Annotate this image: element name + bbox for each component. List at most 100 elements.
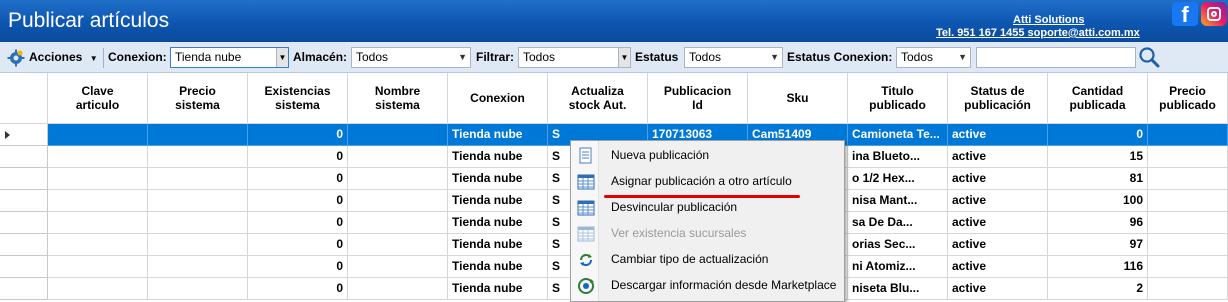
row-header[interactable] [0, 278, 48, 300]
table-cell[interactable] [148, 168, 248, 190]
facebook-icon[interactable]: f [1172, 2, 1198, 27]
acciones-menu[interactable]: Acciones ▼ [29, 42, 98, 73]
table-cell[interactable]: 15 [1048, 146, 1148, 168]
table-cell[interactable] [148, 212, 248, 234]
table-cell[interactable]: 0 [248, 278, 348, 300]
table-cell[interactable] [148, 124, 248, 146]
instagram-icon[interactable] [1201, 2, 1227, 26]
table-cell[interactable] [348, 212, 448, 234]
table-cell[interactable] [348, 278, 448, 300]
table-cell[interactable]: nisa Mant... [848, 190, 948, 212]
table-cell[interactable]: Tienda nube [448, 168, 548, 190]
table-cell[interactable] [1148, 212, 1228, 234]
table-cell[interactable]: Tienda nube [448, 212, 548, 234]
chevron-down-icon[interactable]: ▼ [958, 48, 967, 67]
row-header[interactable] [0, 190, 48, 212]
table-cell[interactable] [48, 168, 148, 190]
table-cell[interactable] [48, 212, 148, 234]
table-cell[interactable]: active [948, 256, 1048, 278]
column-header[interactable]: Clave articulo [48, 73, 148, 124]
table-cell[interactable]: Tienda nube [448, 146, 548, 168]
column-header[interactable]: Titulo publicado [848, 73, 948, 124]
row-header[interactable] [0, 256, 48, 278]
search-icon[interactable] [1138, 46, 1160, 68]
table-cell[interactable] [48, 278, 148, 300]
almacen-select[interactable]: Todos ▼ [351, 47, 471, 68]
column-header[interactable]: Status de publicación [948, 73, 1048, 124]
filtrar-select[interactable]: Todos ▼ [518, 47, 631, 68]
table-cell[interactable] [348, 168, 448, 190]
table-cell[interactable]: Tienda nube [448, 124, 548, 146]
column-header[interactable]: Existencias sistema [248, 73, 348, 124]
table-cell[interactable] [148, 146, 248, 168]
chevron-down-icon[interactable]: ▼ [618, 48, 630, 67]
table-cell[interactable] [48, 124, 148, 146]
table-cell[interactable]: Tienda nube [448, 234, 548, 256]
table-cell[interactable] [348, 234, 448, 256]
table-cell[interactable]: active [948, 190, 1048, 212]
table-cell[interactable]: 81 [1048, 168, 1148, 190]
conexion-select[interactable]: Tienda nube ▼ [170, 47, 289, 68]
table-cell[interactable]: niseta Blu... [848, 278, 948, 300]
table-cell[interactable] [148, 278, 248, 300]
table-cell[interactable]: active [948, 124, 1048, 146]
context-menu-item[interactable]: Asignar publicación a otro artículo [571, 169, 844, 195]
table-cell[interactable] [1148, 124, 1228, 146]
column-header[interactable]: Precio publicado [1148, 73, 1228, 124]
table-cell[interactable]: Camioneta Te... [848, 124, 948, 146]
table-cell[interactable]: 97 [1048, 234, 1148, 256]
table-cell[interactable] [148, 234, 248, 256]
chevron-down-icon[interactable]: ▼ [276, 48, 288, 67]
table-cell[interactable]: 0 [248, 146, 348, 168]
table-cell[interactable] [48, 234, 148, 256]
context-menu-item[interactable]: Desvincular publicación [571, 195, 844, 221]
table-cell[interactable]: active [948, 146, 1048, 168]
context-menu-item[interactable]: Cambiar tipo de actualización [571, 247, 844, 273]
table-cell[interactable]: active [948, 234, 1048, 256]
table-cell[interactable]: Tienda nube [448, 256, 548, 278]
table-cell[interactable]: Tienda nube [448, 278, 548, 300]
table-cell[interactable]: active [948, 168, 1048, 190]
row-header[interactable] [0, 234, 48, 256]
table-cell[interactable]: active [948, 278, 1048, 300]
chevron-down-icon[interactable]: ▼ [770, 48, 779, 67]
table-cell[interactable] [1148, 168, 1228, 190]
table-cell[interactable]: 0 [248, 190, 348, 212]
table-cell[interactable]: 96 [1048, 212, 1148, 234]
row-header[interactable] [0, 146, 48, 168]
table-cell[interactable]: Tienda nube [448, 190, 548, 212]
table-cell[interactable]: 116 [1048, 256, 1148, 278]
column-header[interactable]: Conexion [448, 73, 548, 124]
table-cell[interactable]: 0 [248, 212, 348, 234]
column-header[interactable]: Actualiza stock Aut. [548, 73, 648, 124]
table-cell[interactable]: 100 [1048, 190, 1148, 212]
table-cell[interactable]: active [948, 212, 1048, 234]
chevron-down-icon[interactable]: ▼ [458, 48, 467, 67]
row-header[interactable] [0, 168, 48, 190]
column-header[interactable]: Publicacion Id [648, 73, 748, 124]
table-cell[interactable]: 0 [1048, 124, 1148, 146]
table-cell[interactable]: 0 [248, 234, 348, 256]
table-cell[interactable]: 0 [248, 256, 348, 278]
table-cell[interactable]: ni Atomiz... [848, 256, 948, 278]
context-menu-item[interactable]: Nueva publicación [571, 143, 844, 169]
table-cell[interactable] [1148, 256, 1228, 278]
table-cell[interactable] [1148, 278, 1228, 300]
company-link[interactable]: Atti Solutions [1013, 14, 1085, 26]
table-cell[interactable] [348, 256, 448, 278]
table-cell[interactable] [1148, 190, 1228, 212]
table-cell[interactable] [148, 190, 248, 212]
column-header[interactable]: Cantidad publicada [1048, 73, 1148, 124]
estatus-conexion-select[interactable]: Todos ▼ [896, 47, 971, 68]
table-cell[interactable] [1148, 146, 1228, 168]
contact-link[interactable]: Tel. 951 167 1455 soporte@atti.com.mx [936, 27, 1140, 39]
table-cell[interactable] [1148, 234, 1228, 256]
column-header[interactable]: Nombre sistema [348, 73, 448, 124]
table-cell[interactable]: 0 [248, 168, 348, 190]
table-cell[interactable] [48, 146, 148, 168]
table-cell[interactable] [48, 190, 148, 212]
column-header[interactable]: Sku [748, 73, 848, 124]
table-cell[interactable] [348, 190, 448, 212]
table-cell[interactable]: sa De Da... [848, 212, 948, 234]
table-cell[interactable] [148, 256, 248, 278]
